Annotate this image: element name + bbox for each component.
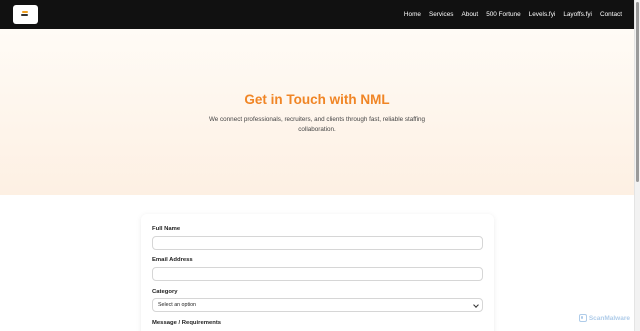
- category-label: Category: [152, 289, 178, 295]
- scrollbar[interactable]: [634, 0, 640, 331]
- chevron-down-icon: [473, 302, 479, 308]
- full-name-input[interactable]: [152, 236, 483, 250]
- logo-mark-accent: [22, 11, 28, 13]
- nav-link-home[interactable]: Home: [404, 11, 421, 18]
- scrollbar-thumb[interactable]: [636, 2, 639, 182]
- nav-link-services[interactable]: Services: [429, 11, 454, 18]
- contact-form: Full Name Email Address Category Select …: [141, 214, 494, 331]
- nav-link-contact[interactable]: Contact: [600, 11, 622, 18]
- nav-links: Home Services About 500 Fortune Levels.f…: [404, 0, 622, 29]
- watermark-text: ScanMalware: [588, 314, 630, 322]
- nav-link-500-fortune[interactable]: 500 Fortune: [486, 11, 520, 18]
- hero-section: Get in Touch with NML We connect profess…: [0, 29, 634, 195]
- brand-logo[interactable]: [13, 5, 38, 24]
- message-label: Message / Requirements: [152, 320, 222, 326]
- watermark: ScanMalware: [578, 314, 630, 322]
- scan-icon: [578, 314, 587, 322]
- nav-link-about[interactable]: About: [462, 11, 479, 18]
- logo-mark-dark: [21, 14, 28, 16]
- full-name-label: Full Name: [152, 226, 181, 232]
- category-selected-value: Select an option: [158, 302, 196, 308]
- nav-link-layoffs-fyi[interactable]: Layoffs.fyi: [563, 11, 592, 18]
- hero-subtitle: We connect professionals, recruiters, an…: [208, 116, 426, 133]
- email-label: Email Address: [152, 257, 193, 263]
- page-title: Get in Touch with NML: [244, 92, 390, 107]
- email-input[interactable]: [152, 267, 483, 281]
- top-navbar: Home Services About 500 Fortune Levels.f…: [0, 0, 634, 29]
- nav-link-levels-fyi[interactable]: Levels.fyi: [529, 11, 556, 18]
- category-select[interactable]: Select an option: [152, 298, 483, 312]
